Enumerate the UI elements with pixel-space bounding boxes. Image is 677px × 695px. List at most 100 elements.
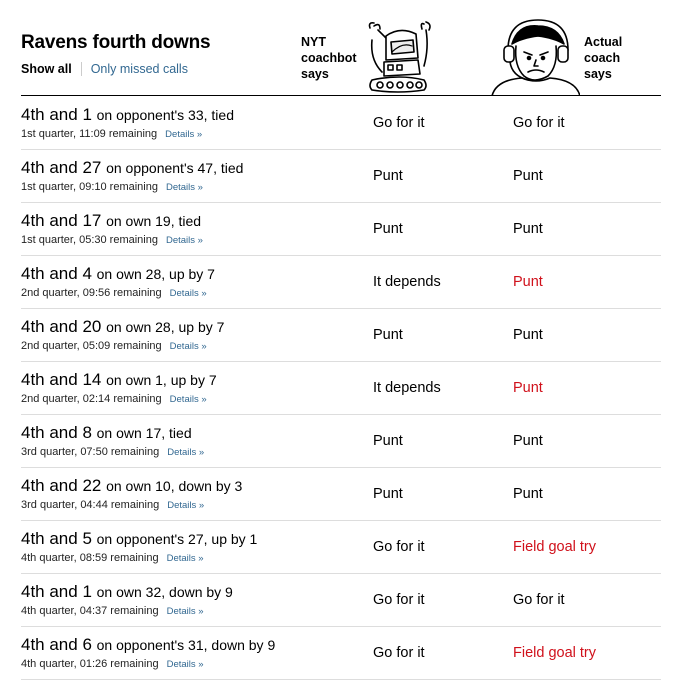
actual-call: Field goal try xyxy=(513,539,597,555)
down-label: 4th and 1 xyxy=(21,582,92,601)
down-label: 4th and 27 xyxy=(21,158,102,177)
actual-call: Punt xyxy=(513,221,543,237)
actual-call: Punt xyxy=(513,486,543,502)
details-link[interactable]: Details » xyxy=(166,235,203,246)
time-remaining: 1st quarter, 11:09 remaining xyxy=(21,128,158,140)
details-link[interactable]: Details » xyxy=(170,394,207,405)
table-row: 4th and 20 on own 28, up by 7 2nd quarter… xyxy=(21,308,661,362)
actual-call: Punt xyxy=(513,380,543,396)
table-row: 4th and 6 on opponent's 31, down by 9 4th… xyxy=(21,626,661,680)
game-clock: 2nd quarter, 05:09 remaining Details » xyxy=(21,340,207,352)
coach-header-line: says xyxy=(584,67,612,81)
actual-call: Go for it xyxy=(513,592,565,608)
table-row: 4th and 22 on own 10, down by 3 3rd quart… xyxy=(21,467,661,521)
table-row: 4th and 4 on own 28, up by 7 2nd quarter,… xyxy=(21,255,661,309)
down-distance: 4th and 17 on own 19, tied xyxy=(21,211,201,231)
down-label: 4th and 20 xyxy=(21,317,102,336)
down-distance: 4th and 6 on opponent's 31, down by 9 xyxy=(21,635,275,655)
actual-call: Punt xyxy=(513,168,543,184)
bot-call: Punt xyxy=(373,168,403,184)
bot-header-line: coachbot xyxy=(301,51,357,65)
details-link[interactable]: Details » xyxy=(167,500,204,511)
bot-header-line: NYT xyxy=(301,35,326,49)
down-label: 4th and 1 xyxy=(21,105,92,124)
details-link[interactable]: Details » xyxy=(167,606,204,617)
down-label: 4th and 22 xyxy=(21,476,102,495)
bot-call: Go for it xyxy=(373,115,425,131)
table-row: 4th and 1 on opponent's 33, tied 1st quar… xyxy=(21,96,661,150)
down-distance: 4th and 5 on opponent's 27, up by 1 xyxy=(21,529,257,549)
bot-call: It depends xyxy=(373,274,441,290)
time-remaining: 1st quarter, 05:30 remaining xyxy=(21,234,158,246)
field-situation: on own 17, tied xyxy=(96,425,192,441)
time-remaining: 2nd quarter, 09:56 remaining xyxy=(21,287,162,299)
actual-call: Go for it xyxy=(513,115,565,131)
page-title: Ravens fourth downs xyxy=(21,32,211,53)
down-distance: 4th and 4 on own 28, up by 7 xyxy=(21,264,215,284)
down-label: 4th and 14 xyxy=(21,370,102,389)
down-distance: 4th and 14 on own 1, up by 7 xyxy=(21,370,217,390)
filter-divider xyxy=(80,62,82,76)
details-link[interactable]: Details » xyxy=(166,182,203,193)
actual-call: Punt xyxy=(513,433,543,449)
bot-call: Punt xyxy=(373,221,403,237)
game-clock: 1st quarter, 05:30 remaining Details » xyxy=(21,234,203,246)
time-remaining: 1st quarter, 09:10 remaining xyxy=(21,181,158,193)
bot-call: It depends xyxy=(373,380,441,396)
field-situation: on own 32, down by 9 xyxy=(96,584,233,600)
down-distance: 4th and 1 on opponent's 33, tied xyxy=(21,105,234,125)
details-link[interactable]: Details » xyxy=(170,341,207,352)
actual-call: Punt xyxy=(513,274,543,290)
missed-calls-filter[interactable]: Only missed calls xyxy=(91,62,188,76)
bot-call: Punt xyxy=(373,327,403,343)
down-distance: 4th and 1 on own 32, down by 9 xyxy=(21,582,233,602)
time-remaining: 2nd quarter, 02:14 remaining xyxy=(21,393,162,405)
table-row: 4th and 14 on own 1, up by 7 2nd quarter,… xyxy=(21,361,661,415)
field-situation: on own 28, up by 7 xyxy=(96,266,215,282)
game-clock: 1st quarter, 09:10 remaining Details » xyxy=(21,181,203,193)
details-link[interactable]: Details » xyxy=(167,659,204,670)
bot-call: Go for it xyxy=(373,592,425,608)
coach-header-line: Actual xyxy=(584,35,623,49)
details-link[interactable]: Details » xyxy=(167,447,204,458)
bot-call: Punt xyxy=(373,486,403,502)
robot-coachbot-icon xyxy=(368,21,431,93)
time-remaining: 3rd quarter, 07:50 remaining xyxy=(21,446,160,458)
game-clock: 3rd quarter, 07:50 remaining Details » xyxy=(21,446,204,458)
field-situation: on opponent's 33, tied xyxy=(96,107,234,123)
time-remaining: 2nd quarter, 05:09 remaining xyxy=(21,340,162,352)
time-remaining: 4th quarter, 08:59 remaining xyxy=(21,552,159,564)
table-row: 4th and 1 on own 32, down by 9 4th quarte… xyxy=(21,573,661,627)
coach-column-header: Actual coach says xyxy=(584,34,622,82)
game-clock: 2nd quarter, 02:14 remaining Details » xyxy=(21,393,207,405)
field-situation: on own 10, down by 3 xyxy=(106,478,243,494)
down-label: 4th and 5 xyxy=(21,529,92,548)
show-all-filter[interactable]: Show all xyxy=(21,62,72,76)
details-link[interactable]: Details » xyxy=(165,129,202,140)
details-link[interactable]: Details » xyxy=(170,288,207,299)
field-situation: on own 1, up by 7 xyxy=(106,372,217,388)
time-remaining: 4th quarter, 04:37 remaining xyxy=(21,605,159,617)
down-distance: 4th and 22 on own 10, down by 3 xyxy=(21,476,242,496)
bot-column-header: NYT coachbot says xyxy=(301,34,357,82)
table-row: 4th and 17 on own 19, tied 1st quarter, 0… xyxy=(21,202,661,256)
game-clock: 2nd quarter, 09:56 remaining Details » xyxy=(21,287,207,299)
table-header: Ravens fourth downs Show all Only missed … xyxy=(0,0,677,96)
coach-header-line: coach xyxy=(584,51,621,65)
game-clock: 4th quarter, 04:37 remaining Details » xyxy=(21,605,204,617)
field-situation: on own 19, tied xyxy=(106,213,202,229)
time-remaining: 3rd quarter, 04:44 remaining xyxy=(21,499,160,511)
actual-call: Field goal try xyxy=(513,645,597,661)
down-distance: 4th and 20 on own 28, up by 7 xyxy=(21,317,224,337)
details-link[interactable]: Details » xyxy=(167,553,204,564)
field-situation: on opponent's 47, tied xyxy=(106,160,244,176)
table-row: 4th and 5 on opponent's 27, up by 1 4th q… xyxy=(21,520,661,574)
game-clock: 3rd quarter, 04:44 remaining Details » xyxy=(21,499,204,511)
game-clock: 1st quarter, 11:09 remaining Details » xyxy=(21,128,202,140)
bot-call: Punt xyxy=(373,433,403,449)
game-clock: 4th quarter, 01:26 remaining Details » xyxy=(21,658,204,670)
bot-header-line: says xyxy=(301,67,329,81)
field-situation: on own 28, up by 7 xyxy=(106,319,225,335)
down-label: 4th and 4 xyxy=(21,264,92,283)
field-situation: on opponent's 31, down by 9 xyxy=(96,637,276,653)
